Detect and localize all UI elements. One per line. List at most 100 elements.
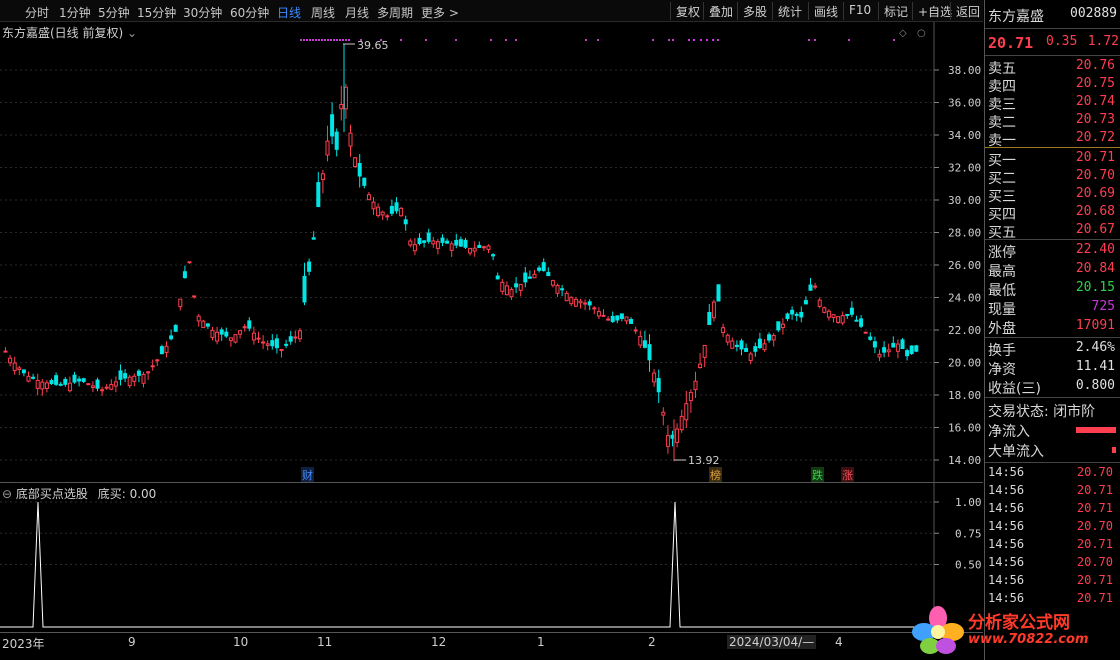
multi-stock-button[interactable]: 多股 [737,2,772,20]
bid-level-3[interactable]: 买三 20.69 [985,186,1120,205]
candle-up [771,334,776,341]
candle-up [67,382,72,392]
candle-down [77,378,82,382]
marker-finance[interactable]: 财 [301,467,314,483]
candle-down [619,313,624,319]
bid-level-2[interactable]: 买二 20.70 [985,168,1120,187]
candle-up [684,403,689,421]
candle-down [647,344,652,361]
level-price: 20.71 [1075,150,1115,165]
candle-down [753,346,758,352]
level-label: 买二 [988,171,1016,187]
candle-down [118,370,123,380]
candle-up [150,365,155,368]
candle-down [514,283,519,288]
candle-down [615,315,620,321]
quote-panel: 东方嘉盛 002889 20.71 0.35 1.72 卖五 20.76 卖四 20.… [984,0,1120,660]
bid-level-4[interactable]: 买四 20.68 [985,204,1120,223]
level-price: 20.73 [1075,112,1115,127]
period-tab-1min[interactable]: 1分钟 [59,4,91,21]
price-row: 20.71 0.35 1.72 [985,34,1120,52]
marker-list[interactable]: 榜 [709,467,722,483]
candle-up [251,332,256,341]
candle-up [693,380,698,391]
statistics-button[interactable]: 统计 [772,2,807,20]
candle-down [224,331,229,337]
period-tab-weekly[interactable]: 周线 [311,4,335,21]
candle-down [491,254,496,257]
candle-down [872,341,877,348]
period-tab-5min[interactable]: 5分钟 [98,4,130,21]
candle-down [527,276,532,279]
tick-time: 14:56 [988,465,1025,479]
candle-up [238,330,243,335]
level-price: 20.72 [1075,130,1115,145]
ask-level-3[interactable]: 卖三 20.74 [985,94,1120,113]
indicator-tick-label: 1.00 [955,496,982,509]
ask-level-1[interactable]: 卖五 20.76 [985,58,1120,77]
f10-button[interactable]: F10 [843,2,876,20]
candle-up [8,357,13,364]
chevron-down-icon[interactable]: ⌄ [127,26,137,40]
candle-down [656,378,661,393]
period-tab-60min[interactable]: 60分钟 [230,4,269,21]
candle-up [164,345,169,353]
fuquan-button[interactable]: 复权 [670,2,705,20]
draw-line-button[interactable]: 画线 [808,2,843,20]
circle-icon: ○ [917,28,926,39]
indicator-close-icon[interactable]: ⊖ [2,487,12,501]
candle-down [334,131,339,150]
marker-rise[interactable]: 涨 [841,467,854,483]
indicator-chart[interactable]: 1.00 0.75 0.50 [0,482,983,632]
ask-level-5[interactable]: 卖一 20.72 [985,130,1120,149]
candle-up [366,194,371,201]
period-tab-more[interactable]: 更多 > [421,4,459,21]
candle-down [123,373,128,379]
candle-up [261,341,266,344]
candle-up [702,344,707,358]
candlestick-chart[interactable]: 38.00 36.00 34.00 32.00 30.00 28.00 26.00 24.00… [0,22,983,482]
candle-up [532,273,537,279]
period-tab-30min[interactable]: 30分钟 [183,4,222,21]
price-change-pct: 1.72 [1087,34,1119,49]
level-price: 20.74 [1075,94,1115,109]
period-tab-monthly[interactable]: 月线 [345,4,369,21]
tick-time: 14:56 [988,555,1025,569]
bid-level-5[interactable]: 买五 20.67 [985,222,1120,241]
candle-up [840,315,845,324]
candle-down [205,323,210,327]
candle-up [578,300,583,304]
candle-up [339,103,344,110]
marker-fall[interactable]: 跌 [811,467,824,483]
mark-button[interactable]: 标记 [878,2,913,20]
candle-down [642,340,647,348]
ask-level-4[interactable]: 卖二 20.73 [985,112,1120,131]
period-tab-15min[interactable]: 15分钟 [137,4,176,21]
tick-row: 14:56 20.70 [985,465,1120,483]
bid-level-1[interactable]: 买一 20.71 [985,150,1120,169]
period-tab-fenshi[interactable]: 分时 [25,4,49,21]
level-label: 买三 [988,189,1016,205]
ask-level-2[interactable]: 卖四 20.75 [985,76,1120,95]
tick-row: 14:56 20.71 [985,483,1120,501]
candle-down [495,275,500,280]
candle-up [44,382,49,389]
candle-up [132,375,137,382]
period-tab-daily[interactable]: 日线 [277,4,301,21]
candle-up [780,323,785,329]
candle-up [431,240,436,245]
candle-up [481,246,486,249]
candle-up [297,330,302,340]
overlay-button[interactable]: 叠加 [703,2,738,20]
candle-up [320,173,325,181]
candle-down [477,244,482,248]
chart-title: 东方嘉盛(日线 前复权) ⌄ [2,26,138,40]
level-price: 20.68 [1075,204,1115,219]
candle-down [808,284,813,291]
period-tab-multi[interactable]: 多周期 [377,4,413,21]
candle-down [739,340,744,350]
back-button[interactable]: 返回 [950,2,985,20]
flow-row-large: 大单流入 [985,441,1120,460]
stat-row: 最低 20.15 [985,280,1120,299]
stock-header: 东方嘉盛 002889 [985,6,1120,25]
